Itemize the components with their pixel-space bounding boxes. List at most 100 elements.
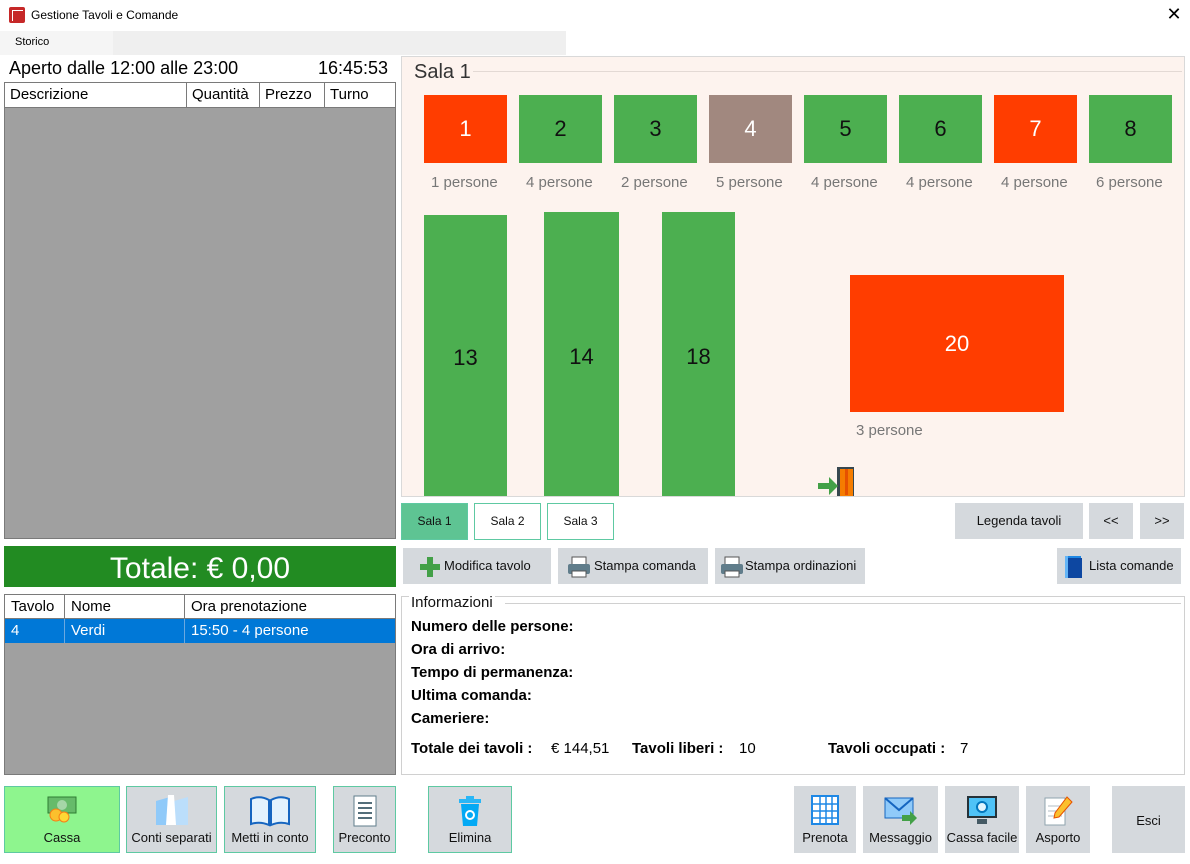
title-bar: Gestione Tavoli e Comande ✕ xyxy=(0,0,1190,31)
prenota-label: Prenota xyxy=(802,830,848,845)
table-2[interactable]: 2 xyxy=(519,95,602,163)
cassa-button[interactable]: Cassa xyxy=(4,786,120,853)
table-6[interactable]: 6 xyxy=(899,95,982,163)
stampa-ordinazioni-label: Stampa ordinazioni xyxy=(745,558,857,573)
table-7[interactable]: 7 xyxy=(994,95,1077,163)
next-room-button[interactable]: >> xyxy=(1140,503,1184,539)
order-grid[interactable]: Descrizione Quantità Prezzo Turno xyxy=(4,82,396,539)
app-logo-icon xyxy=(9,7,25,23)
notepad-pencil-icon xyxy=(1044,796,1073,826)
room-map: Sala 1 1 1 persone 2 4 persone 3 2 persone 4 5 … xyxy=(401,56,1185,497)
asporto-button[interactable]: Asporto xyxy=(1026,786,1090,853)
reservations-header: Tavolo Nome Ora prenotazione xyxy=(5,595,395,619)
conti-separati-label: Conti separati xyxy=(131,830,212,845)
table-3-persone: 2 persone xyxy=(621,174,688,191)
elimina-label: Elimina xyxy=(448,830,492,845)
table-2-persone: 4 persone xyxy=(526,174,593,191)
modifica-tavolo-button[interactable]: Modifica tavolo xyxy=(403,548,551,584)
info-numero-persone: Numero delle persone: xyxy=(411,618,574,635)
room-title: Sala 1 xyxy=(412,61,473,84)
table-18[interactable]: 18 xyxy=(662,212,735,496)
column-descrizione[interactable]: Descrizione xyxy=(5,83,187,107)
info-occupati-value: 7 xyxy=(960,740,969,757)
stampa-ordinazioni-button[interactable]: Stampa ordinazioni xyxy=(715,548,865,584)
reservation-row[interactable]: 4 Verdi 15:50 - 4 persone xyxy=(5,619,395,643)
info-title: Informazioni xyxy=(409,594,495,611)
table-1-persone: 1 persone xyxy=(431,174,498,191)
split-bill-icon xyxy=(155,795,188,825)
table-partial-edge[interactable] xyxy=(1184,95,1185,163)
printer-icon xyxy=(721,556,743,578)
menu-storico[interactable]: Storico xyxy=(15,36,49,48)
messaggio-button[interactable]: Messaggio xyxy=(863,786,938,853)
table-4-persone: 5 persone xyxy=(716,174,783,191)
trash-icon xyxy=(459,796,481,826)
cash-icon xyxy=(47,796,77,823)
info-totale-value: € 144,51 xyxy=(551,740,610,757)
info-ora-arrivo: Ora di arrivo: xyxy=(411,641,506,658)
legenda-tavoli-button[interactable]: Legenda tavoli xyxy=(955,503,1083,539)
info-group-border xyxy=(505,603,1181,604)
column-ora-prenotazione[interactable]: Ora prenotazione xyxy=(185,595,395,618)
prenota-button[interactable]: Prenota xyxy=(794,786,856,853)
reservation-nome: Verdi xyxy=(65,619,185,643)
stampa-comanda-label: Stampa comanda xyxy=(594,558,696,573)
reservation-tavolo: 4 xyxy=(5,619,65,643)
preconto-label: Preconto xyxy=(338,830,391,845)
table-20-persone: 3 persone xyxy=(856,422,923,439)
cassa-facile-button[interactable]: Cassa facile xyxy=(945,786,1019,853)
opening-hours: Aperto dalle 12:00 alle 23:00 xyxy=(9,58,239,78)
column-quantita[interactable]: Quantità xyxy=(187,83,260,107)
metti-in-conto-button[interactable]: Metti in conto xyxy=(224,786,316,853)
tab-sala-1[interactable]: Sala 1 xyxy=(401,503,468,540)
table-4[interactable]: 4 xyxy=(709,95,792,163)
column-nome[interactable]: Nome xyxy=(65,595,185,618)
column-tavolo[interactable]: Tavolo xyxy=(5,595,65,618)
reservations-grid[interactable]: Tavolo Nome Ora prenotazione 4 Verdi 15:… xyxy=(4,594,396,775)
info-occupati-label: Tavoli occupati : xyxy=(828,740,946,757)
close-window-button[interactable]: ✕ xyxy=(1163,3,1185,25)
plus-icon xyxy=(420,557,440,577)
cassa-label: Cassa xyxy=(43,830,81,845)
column-prezzo[interactable]: Prezzo xyxy=(260,83,325,107)
monitor-icon xyxy=(967,796,997,824)
info-liberi-value: 10 xyxy=(739,740,756,757)
window-title: Gestione Tavoli e Comande xyxy=(31,8,179,22)
table-14[interactable]: 14 xyxy=(544,212,619,496)
table-5[interactable]: 5 xyxy=(804,95,887,163)
preconto-button[interactable]: Preconto xyxy=(333,786,396,853)
table-8-persone: 6 persone xyxy=(1096,174,1163,191)
table-13[interactable]: 13 xyxy=(424,215,507,496)
lista-comande-button[interactable]: Lista comande xyxy=(1057,548,1181,584)
cassa-facile-label: Cassa facile xyxy=(946,830,1018,845)
info-liberi-label: Tavoli liberi : xyxy=(632,740,724,757)
tab-sala-2[interactable]: Sala 2 xyxy=(474,503,541,540)
calendar-icon xyxy=(811,795,839,825)
asporto-label: Asporto xyxy=(1035,830,1081,845)
exit-door-icon[interactable] xyxy=(817,466,859,497)
elimina-button[interactable]: Elimina xyxy=(428,786,512,853)
conti-separati-button[interactable]: Conti separati xyxy=(126,786,217,853)
esci-button[interactable]: Esci xyxy=(1112,786,1185,853)
main-window: Gestione Tavoli e Comande ✕ Storico Aper… xyxy=(0,0,1190,864)
info-ultima-comanda: Ultima comanda: xyxy=(411,687,532,704)
room-group-border xyxy=(472,71,1182,72)
table-3[interactable]: 3 xyxy=(614,95,697,163)
table-7-persone: 4 persone xyxy=(1001,174,1068,191)
stampa-comanda-button[interactable]: Stampa comanda xyxy=(558,548,708,584)
table-20[interactable]: 20 xyxy=(850,275,1064,412)
metti-in-conto-label: Metti in conto xyxy=(231,830,309,845)
prev-room-button[interactable]: << xyxy=(1089,503,1133,539)
info-cameriere: Cameriere: xyxy=(411,710,490,727)
tab-sala-3[interactable]: Sala 3 xyxy=(547,503,614,540)
printer-icon xyxy=(568,556,590,578)
info-tempo-permanenza: Tempo di permanenza: xyxy=(411,664,574,681)
receipt-icon xyxy=(353,795,376,827)
messaggio-label: Messaggio xyxy=(869,830,932,845)
info-totale-label: Totale dei tavoli : xyxy=(411,740,533,757)
open-book-icon xyxy=(250,796,290,827)
column-turno[interactable]: Turno xyxy=(325,83,395,107)
table-8[interactable]: 8 xyxy=(1089,95,1172,163)
table-1[interactable]: 1 xyxy=(424,95,507,163)
book-icon xyxy=(1065,556,1082,578)
